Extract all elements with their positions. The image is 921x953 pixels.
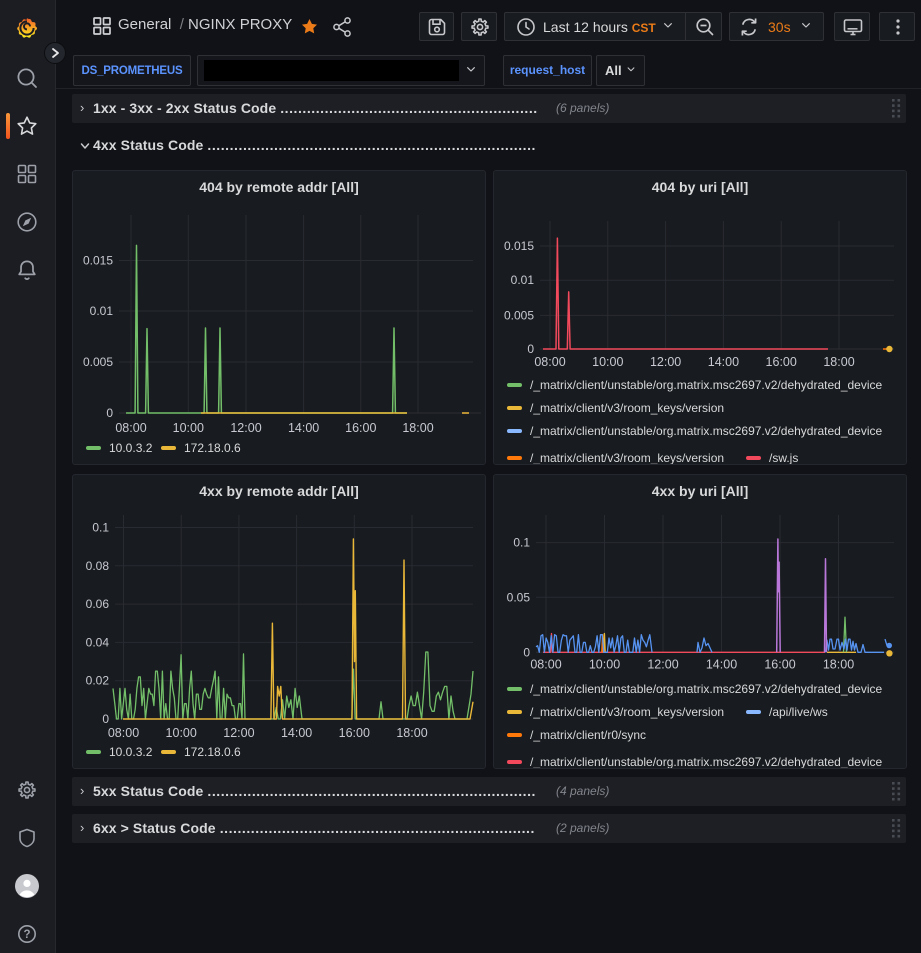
svg-text:10:00: 10:00 — [173, 421, 204, 435]
svg-text:12:00: 12:00 — [650, 355, 681, 369]
svg-text:16:00: 16:00 — [764, 658, 795, 672]
svg-text:14:00: 14:00 — [281, 726, 312, 740]
svg-text:0: 0 — [523, 645, 530, 659]
svg-text:08:00: 08:00 — [534, 355, 565, 369]
svg-text:10:00: 10:00 — [589, 658, 620, 672]
svg-text:?: ? — [23, 929, 30, 941]
svg-text:08:00: 08:00 — [108, 726, 139, 740]
svg-text:0.02: 0.02 — [86, 674, 110, 688]
svg-text:10:00: 10:00 — [166, 726, 197, 740]
svg-text:12:00: 12:00 — [223, 726, 254, 740]
svg-text:0.05: 0.05 — [507, 590, 531, 604]
svg-text:10:00: 10:00 — [592, 355, 623, 369]
svg-text:0.04: 0.04 — [86, 635, 110, 649]
svg-text:0.005: 0.005 — [504, 308, 534, 322]
svg-text:12:00: 12:00 — [647, 658, 678, 672]
svg-text:16:00: 16:00 — [339, 726, 370, 740]
svg-text:14:00: 14:00 — [288, 421, 319, 435]
svg-text:0.06: 0.06 — [86, 597, 110, 611]
svg-text:18:00: 18:00 — [823, 355, 854, 369]
svg-text:16:00: 16:00 — [766, 355, 797, 369]
svg-text:0.01: 0.01 — [511, 273, 535, 287]
svg-text:12:00: 12:00 — [230, 421, 261, 435]
svg-text:18:00: 18:00 — [823, 658, 854, 672]
svg-text:0: 0 — [102, 712, 109, 726]
svg-text:0: 0 — [106, 406, 113, 420]
svg-text:08:00: 08:00 — [115, 421, 146, 435]
svg-text:0.08: 0.08 — [86, 559, 110, 573]
svg-text:18:00: 18:00 — [402, 421, 433, 435]
svg-text:16:00: 16:00 — [345, 421, 376, 435]
svg-text:18:00: 18:00 — [396, 726, 427, 740]
svg-text:14:00: 14:00 — [708, 355, 739, 369]
svg-text:0.005: 0.005 — [83, 355, 113, 369]
svg-text:14:00: 14:00 — [706, 658, 737, 672]
svg-text:0.1: 0.1 — [92, 521, 109, 535]
svg-text:0: 0 — [527, 342, 534, 356]
svg-text:08:00: 08:00 — [530, 658, 561, 672]
svg-text:0.1: 0.1 — [513, 536, 530, 550]
svg-text:0.015: 0.015 — [83, 254, 113, 268]
svg-text:0.01: 0.01 — [90, 304, 114, 318]
svg-text:0.015: 0.015 — [504, 239, 534, 253]
